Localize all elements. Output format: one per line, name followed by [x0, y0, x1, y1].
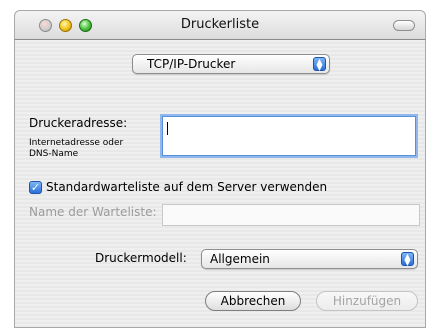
connection-type-value: TCP/IP-Drucker: [147, 57, 236, 71]
connection-type-popup[interactable]: TCP/IP-Drucker ▲ ▼: [132, 54, 330, 74]
popup-arrows-icon: ▲ ▼: [401, 252, 414, 267]
queue-name-input[interactable]: [162, 204, 420, 226]
printer-model-popup[interactable]: Allgemein ▲ ▼: [201, 249, 418, 269]
popup-arrows-icon: ▲ ▼: [313, 57, 326, 72]
printer-model-value: Allgemein: [210, 252, 270, 266]
default-queue-label[interactable]: Standardwarteliste auf dem Server verwen…: [46, 180, 327, 194]
printer-address-label: Druckeradresse:: [29, 116, 128, 130]
dialog-content: TCP/IP-Drucker ▲ ▼ Druckeradresse: Intern…: [14, 40, 426, 328]
address-hint-line2: DNS-Name: [29, 149, 79, 159]
add-button[interactable]: Hinzufügen: [316, 291, 418, 311]
queue-name-label: Name der Warteliste:: [29, 205, 157, 219]
text-cursor: [167, 122, 168, 135]
printer-address-input[interactable]: [162, 116, 416, 156]
default-queue-checkbox[interactable]: ✓: [29, 181, 42, 194]
cancel-button[interactable]: Abbrechen: [205, 291, 301, 311]
printer-model-label: Druckermodell:: [95, 251, 187, 265]
toolbar-toggle-button[interactable]: [393, 20, 415, 31]
printer-list-window: Druckerliste TCP/IP-Drucker ▲ ▼ Druckerad…: [0, 0, 438, 334]
address-hint-line1: Internetadresse oder: [29, 138, 124, 148]
window-title: Druckerliste: [180, 17, 260, 32]
title-bar[interactable]: Druckerliste: [14, 10, 426, 40]
